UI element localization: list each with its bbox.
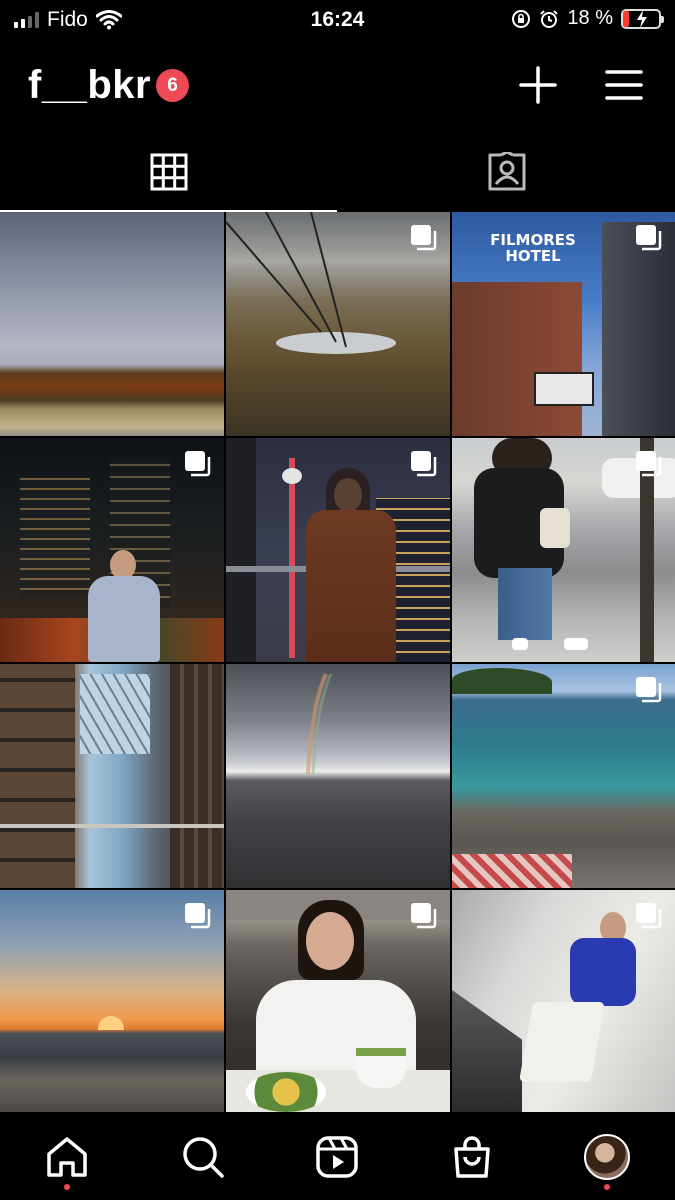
post-thumbnail[interactable]: [0, 890, 224, 1114]
carousel-icon: [636, 677, 662, 703]
plus-icon: [519, 66, 557, 104]
tagged-icon: [488, 152, 525, 191]
post-thumbnail[interactable]: [452, 890, 675, 1114]
nav-shop[interactable]: [447, 1132, 497, 1182]
nav-search[interactable]: [178, 1132, 228, 1182]
notification-badge: 6: [156, 69, 189, 102]
post-thumbnail[interactable]: [226, 890, 450, 1114]
profile-tabs: [0, 140, 675, 212]
nav-reels[interactable]: [312, 1132, 362, 1182]
shop-icon: [454, 1136, 490, 1178]
alarm-icon: [540, 9, 559, 28]
carousel-icon: [636, 903, 662, 929]
grid-icon: [150, 153, 187, 191]
search-icon: [183, 1137, 224, 1178]
carousel-icon: [185, 451, 211, 477]
menu-icon: [605, 70, 643, 100]
post-thumbnail[interactable]: [226, 212, 450, 436]
home-icon: [47, 1137, 87, 1177]
post-thumbnail[interactable]: [0, 212, 224, 436]
tab-tagged[interactable]: [338, 140, 675, 212]
home-active-dot: [64, 1184, 70, 1190]
post-thumbnail[interactable]: [0, 664, 224, 888]
carousel-icon: [411, 451, 437, 477]
status-right: 18 %: [511, 7, 664, 30]
carousel-icon: [411, 225, 437, 251]
profile-avatar: [584, 1134, 630, 1180]
post-thumbnail[interactable]: [0, 438, 224, 662]
nav-profile[interactable]: [582, 1132, 632, 1190]
menu-button[interactable]: [602, 63, 646, 107]
carousel-icon: [636, 451, 662, 477]
post-thumbnail[interactable]: [452, 664, 675, 888]
profile-header: f__bkr 6: [0, 55, 675, 117]
nav-home[interactable]: [42, 1132, 92, 1190]
profile-activity-dot: [604, 1184, 610, 1190]
carousel-icon: [411, 903, 437, 929]
posts-grid: FILMORES HOTEL: [0, 212, 675, 1114]
carousel-icon: [185, 903, 211, 929]
username[interactable]: f__bkr: [28, 63, 151, 108]
battery-percent: 18 %: [567, 7, 613, 29]
reels-icon: [316, 1136, 358, 1178]
tab-posts[interactable]: [0, 140, 337, 212]
battery-icon: [621, 8, 664, 29]
post-thumbnail[interactable]: [226, 438, 450, 662]
post-thumbnail[interactable]: FILMORES HOTEL: [452, 212, 675, 436]
carousel-icon: [636, 225, 662, 251]
create-button[interactable]: [516, 63, 560, 107]
rotation-lock-icon: [512, 9, 531, 28]
post-thumbnail[interactable]: [452, 438, 675, 662]
post-thumbnail[interactable]: [226, 664, 450, 888]
status-bar: Fido 16:24 18 %: [0, 0, 675, 40]
bottom-nav: [0, 1112, 675, 1200]
